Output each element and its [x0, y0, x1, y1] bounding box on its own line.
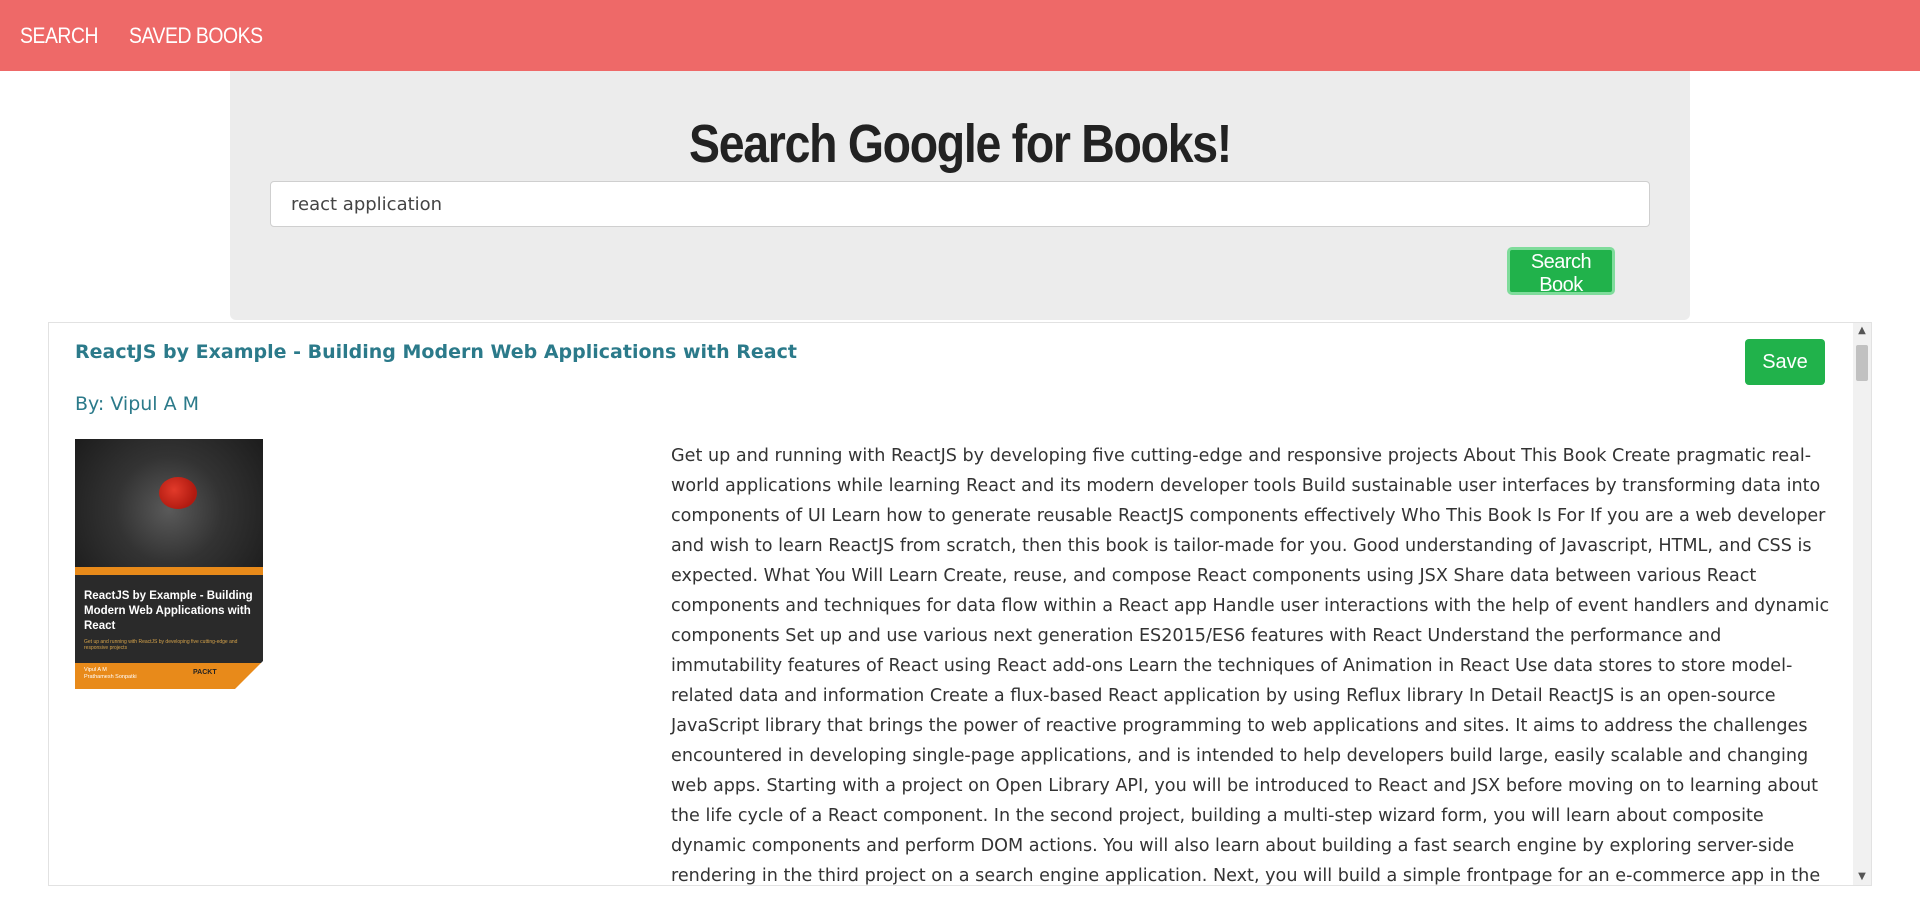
cover-stripe	[75, 567, 263, 575]
page-title: Search Google for Books!	[689, 114, 1232, 174]
book-description: Get up and running with ReactJS by devel…	[671, 446, 1830, 886]
scroll-up-arrow-icon[interactable]: ▲	[1853, 323, 1871, 339]
scroll-down-arrow-icon[interactable]: ▼	[1853, 869, 1871, 885]
book-cover-image: ReactJS by Example - Building Modern Web…	[75, 439, 263, 689]
poppy-flower-icon	[159, 477, 197, 509]
publisher-logo: PACKT	[193, 669, 217, 676]
results-scrollbar[interactable]: ▲ ▼	[1853, 323, 1871, 885]
book-title: ReactJS by Example - Building Modern Web…	[75, 341, 797, 363]
cover-subtitle-text: Get up and running with ReactJS by devel…	[84, 639, 238, 651]
book-author: By: Vipul A M	[75, 393, 200, 415]
cover-title-text: ReactJS by Example - Building Modern Web…	[84, 590, 253, 632]
cover-authors-text: Vipul A M Prathamesh Sonpatki	[84, 667, 137, 680]
navbar: SEARCH SAVED BOOKS	[0, 0, 1920, 71]
search-input[interactable]	[270, 181, 1650, 227]
search-jumbotron: Search Google for Books! Search Book	[230, 71, 1690, 320]
nav-link-search[interactable]: SEARCH	[20, 23, 98, 49]
search-book-button[interactable]: Search Book	[1507, 247, 1615, 296]
page-curl-icon	[235, 661, 263, 689]
results-panel: ReactJS by Example - Building Modern Web…	[48, 322, 1872, 886]
nav-link-saved-books[interactable]: SAVED BOOKS	[129, 23, 263, 49]
save-button[interactable]: Save	[1745, 339, 1825, 385]
scrollbar-thumb[interactable]	[1856, 345, 1868, 381]
